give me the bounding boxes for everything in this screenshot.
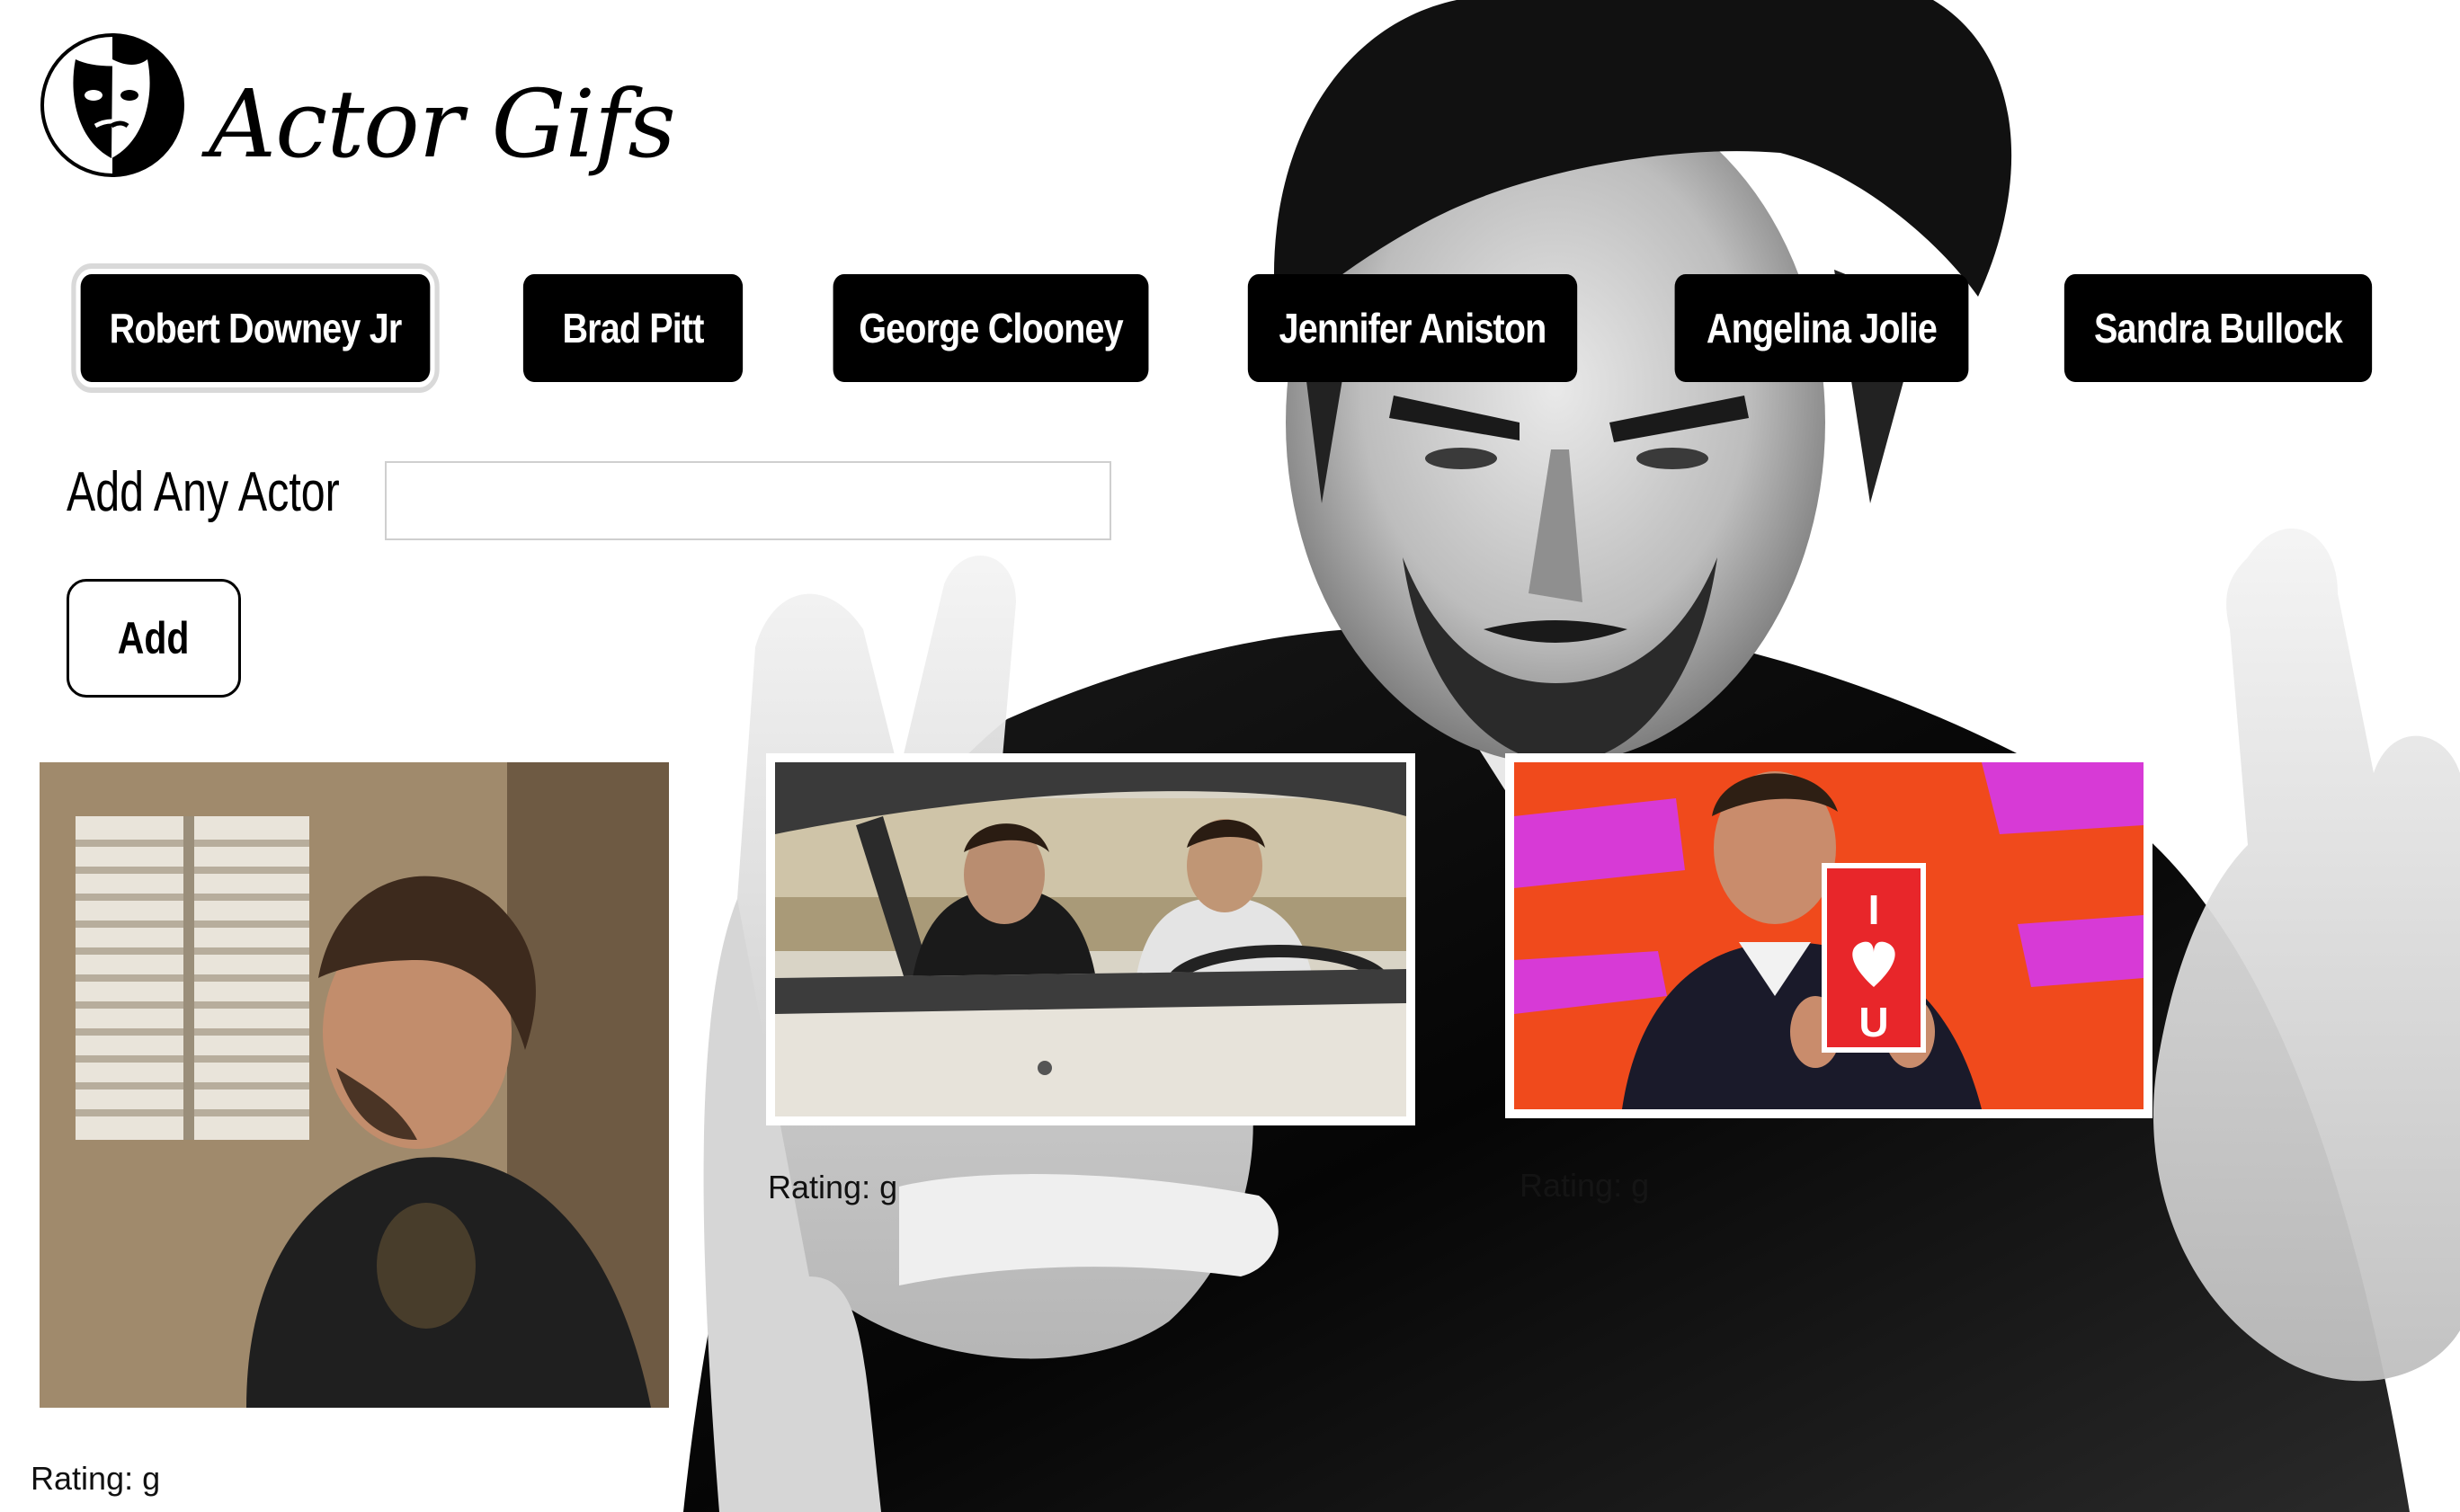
add-actor-label: Add Any Actor	[67, 461, 340, 523]
gif-rating: Rating: g	[768, 1169, 898, 1205]
card-text-top: I	[1868, 886, 1880, 933]
gif-rating: Rating: g	[31, 1460, 161, 1497]
theater-mask-icon	[40, 33, 184, 177]
app-title: Actor Gifs	[209, 69, 676, 179]
gif-image-two-men-in-car[interactable]	[766, 753, 1415, 1125]
actor-button-george-clooney[interactable]: George Clooney	[833, 274, 1149, 382]
gif-rating: Rating: g	[1520, 1167, 1650, 1204]
actor-button-angelina-jolie[interactable]: Angelina Jolie	[1674, 274, 1969, 382]
gif-image-man-holding-love-card[interactable]: I U	[1505, 753, 2152, 1118]
actor-button-robert-downey-jr[interactable]: Robert Downey Jr	[71, 263, 440, 393]
actor-gifs-page: Actor Gifs Robert Downey Jr Brad Pitt Ge…	[0, 0, 2460, 1512]
actor-button-label: Jennifer Aniston	[1279, 305, 1547, 351]
add-actor-input[interactable]	[385, 461, 1111, 540]
actor-button-jennifer-aniston[interactable]: Jennifer Aniston	[1247, 274, 1578, 382]
add-actor-button[interactable]: Add	[67, 579, 241, 698]
site-logo[interactable]: Actor Gifs	[40, 32, 687, 185]
card-text-bottom: U	[1858, 999, 1888, 1045]
actor-button-label: Brad Pitt	[562, 305, 704, 351]
gif-image-man-in-room[interactable]	[40, 762, 669, 1408]
actor-button-label: George Clooney	[859, 305, 1123, 351]
actor-button-label: Angelina Jolie	[1706, 305, 1938, 351]
add-button-label: Add	[118, 613, 190, 663]
actor-button-brad-pitt[interactable]: Brad Pitt	[522, 274, 744, 382]
actor-button-label: Sandra Bullock	[2094, 305, 2343, 351]
actor-button-sandra-bullock[interactable]: Sandra Bullock	[2063, 274, 2373, 382]
actor-button-label: Robert Downey Jr	[109, 305, 403, 351]
